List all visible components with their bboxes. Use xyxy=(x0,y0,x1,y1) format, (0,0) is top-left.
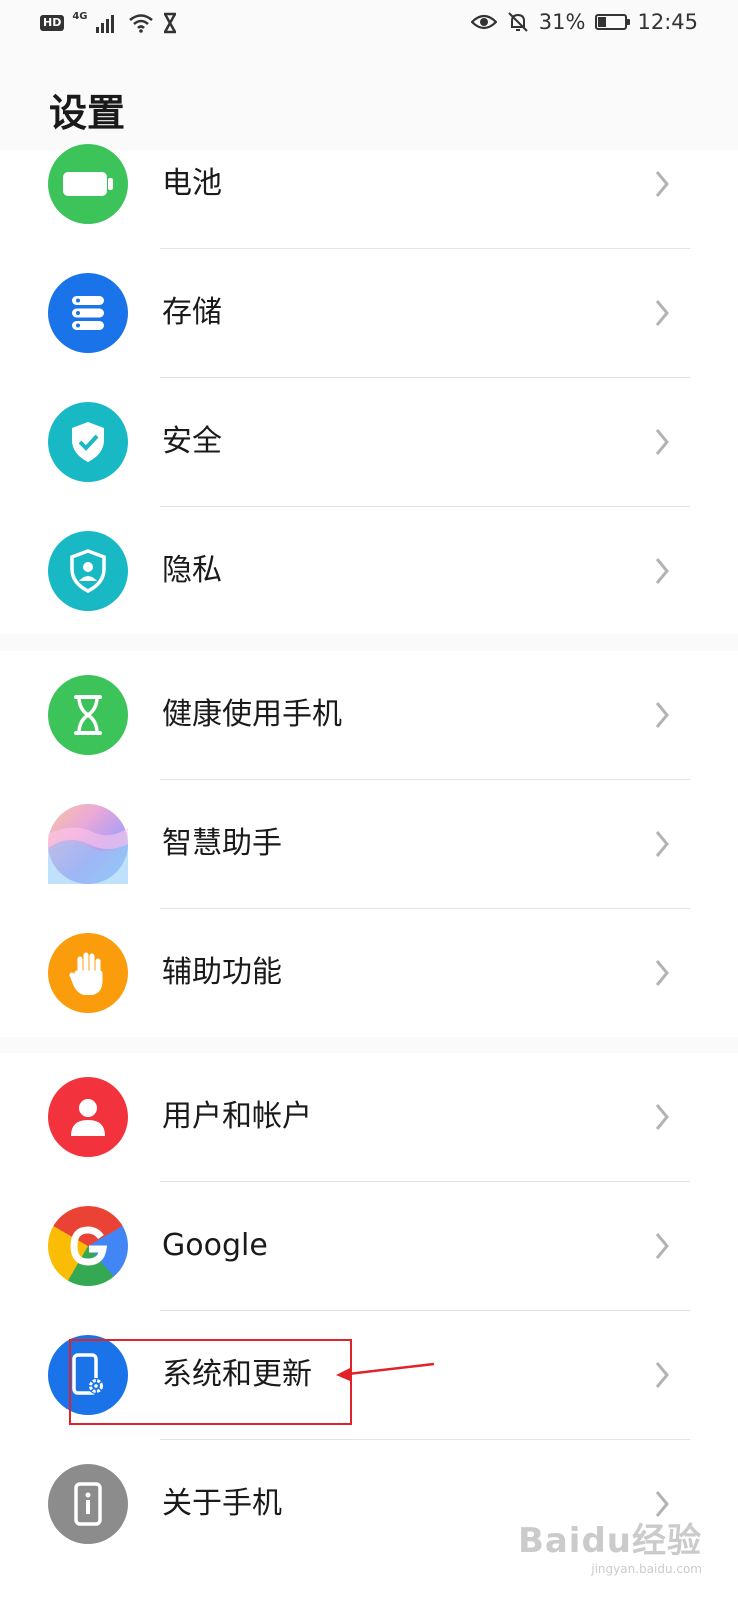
settings-item-label: 健康使用手机 xyxy=(162,697,342,732)
hd-badge: HD xyxy=(40,15,65,31)
settings-item-privacy[interactable]: 隐私 xyxy=(0,507,738,636)
hourglass-status-icon xyxy=(163,12,176,34)
chevron-right-icon xyxy=(655,702,669,728)
settings-item-storage[interactable]: 存储 xyxy=(0,249,738,378)
settings-item-label: Google xyxy=(162,1228,268,1263)
eye-comfort-icon xyxy=(470,14,497,30)
chevron-right-icon xyxy=(655,171,669,197)
network-type: 4G xyxy=(72,11,88,22)
settings-item-users-accounts[interactable]: 用户和帐户 xyxy=(0,1053,738,1182)
status-right: 31% 12:45 xyxy=(470,10,698,34)
settings-item-label: 辅助功能 xyxy=(162,955,282,990)
settings-item-label: 存储 xyxy=(162,295,222,330)
chevron-right-icon xyxy=(655,960,669,986)
chevron-right-icon xyxy=(655,429,669,455)
battery-fill xyxy=(598,17,607,27)
chevron-right-icon xyxy=(655,1104,669,1130)
chevron-right-icon xyxy=(655,558,669,584)
signal-icon xyxy=(95,15,114,33)
settings-item-label: 安全 xyxy=(162,424,222,459)
settings-group-assist: 健康使用手机 智慧助手 辅助功能 xyxy=(0,651,738,1037)
watermark-url: jingyan.baidu.com xyxy=(591,1562,702,1576)
shield-check-icon xyxy=(48,402,128,482)
wifi-icon xyxy=(128,14,153,33)
chevron-right-icon xyxy=(655,1233,669,1259)
settings-item-smart-assistant[interactable]: 智慧助手 xyxy=(0,780,738,909)
chevron-right-icon xyxy=(655,300,669,326)
clock: 12:45 xyxy=(637,10,698,34)
watermark: Baidu经验 jingyan.baidu.com xyxy=(518,1513,702,1576)
settings-group-device: 电池 存储 安全 隐私 xyxy=(0,144,738,636)
privacy-icon xyxy=(48,531,128,611)
settings-item-digital-balance[interactable]: 健康使用手机 xyxy=(0,651,738,780)
settings-item-label: 用户和帐户 xyxy=(162,1099,312,1134)
settings-item-label: 隐私 xyxy=(162,553,222,588)
battery-status-icon xyxy=(595,14,631,30)
settings-item-label: 关于手机 xyxy=(162,1486,282,1521)
hourglass-icon xyxy=(48,675,128,755)
settings-item-accessibility[interactable]: 辅助功能 xyxy=(0,909,738,1038)
google-icon xyxy=(48,1206,128,1286)
status-bar: HD 4G 31% 12:45 xyxy=(0,0,738,50)
settings-item-google[interactable]: Google xyxy=(0,1182,738,1311)
chevron-right-icon xyxy=(655,1362,669,1388)
hand-icon xyxy=(48,933,128,1013)
settings-item-battery[interactable]: 电池 xyxy=(0,120,738,249)
settings-item-label: 智慧助手 xyxy=(162,826,282,861)
annotation-arrow-icon xyxy=(336,1362,435,1381)
phone-info-icon xyxy=(48,1464,128,1544)
settings-item-security[interactable]: 安全 xyxy=(0,378,738,507)
battery-icon xyxy=(48,144,128,224)
user-icon xyxy=(48,1077,128,1157)
battery-percent: 31% xyxy=(538,10,586,34)
status-left: HD 4G xyxy=(40,12,178,34)
chevron-right-icon xyxy=(655,831,669,857)
annotation-highlight-box xyxy=(69,1339,352,1425)
watermark-logo: Baidu经验 xyxy=(517,1521,702,1561)
assistant-icon xyxy=(48,804,128,884)
storage-icon xyxy=(48,273,128,353)
mute-bell-icon xyxy=(508,12,528,32)
settings-item-label: 电池 xyxy=(162,166,222,201)
